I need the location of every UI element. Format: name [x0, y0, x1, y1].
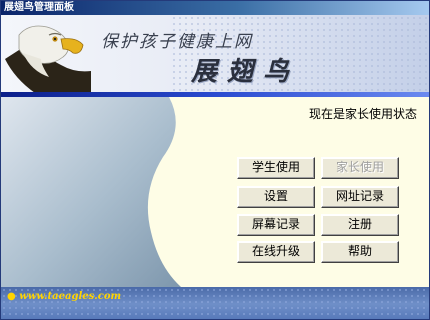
app-window: 展翅鸟管理面板 保护孩子健康上网 展翅鸟 现在是家长使用状态 学生使用 家长使用… [0, 0, 430, 320]
settings-button[interactable]: 设置 [237, 186, 315, 208]
dot-icon: ● [7, 291, 20, 302]
parent-mode-button: 家长使用 [321, 157, 399, 179]
student-mode-button[interactable]: 学生使用 [237, 157, 315, 179]
url-log-button[interactable]: 网址记录 [321, 186, 399, 208]
register-button[interactable]: 注册 [321, 214, 399, 236]
help-button[interactable]: 帮助 [321, 241, 399, 263]
eagle-icon [5, 25, 91, 93]
title-bar[interactable]: 展翅鸟管理面板 [1, 1, 429, 15]
screen-log-button[interactable]: 屏幕记录 [237, 214, 315, 236]
footer-link[interactable]: ● www.taeagles.com [7, 291, 121, 302]
main-panel: 现在是家长使用状态 学生使用 家长使用 设置 网址记录 屏幕记录 注册 在线升级… [1, 97, 429, 287]
decorative-side-wave [1, 97, 181, 287]
footer: ● www.taeagles.com [1, 287, 429, 319]
online-upgrade-button[interactable]: 在线升级 [237, 241, 315, 263]
window-title: 展翅鸟管理面板 [4, 2, 74, 13]
banner-brand: 展翅鸟 [191, 57, 300, 87]
status-text: 现在是家长使用状态 [308, 107, 417, 121]
banner: 保护孩子健康上网 展翅鸟 [1, 15, 429, 93]
footer-url: www.taeagles.com [19, 291, 122, 302]
banner-slogan: 保护孩子健康上网 [101, 32, 253, 52]
